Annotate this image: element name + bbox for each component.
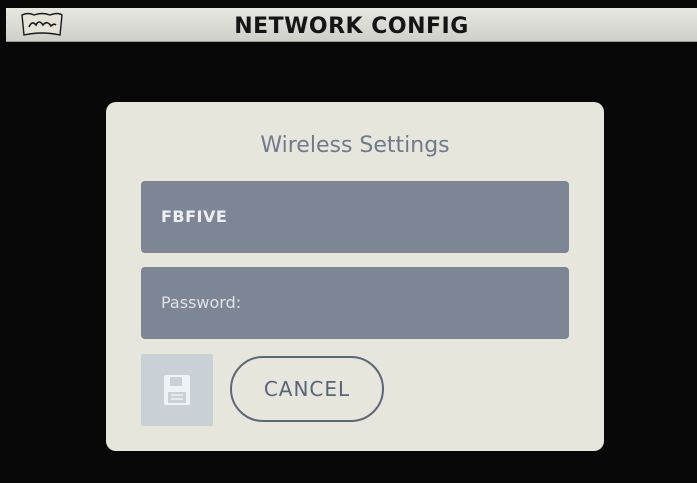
ssid-field[interactable]: FBFIVE — [141, 181, 569, 253]
save-button[interactable] — [141, 354, 213, 426]
header-bar: NETWORK CONFIG — [6, 8, 697, 42]
cancel-button[interactable]: CANCEL — [230, 356, 384, 422]
screen: NETWORK CONFIG Wireless Settings FBFIVE … — [0, 0, 697, 483]
floppy-disk-icon — [164, 375, 190, 405]
page-title: NETWORK CONFIG — [234, 14, 469, 39]
password-field[interactable]: Password: — [141, 267, 569, 339]
wireless-settings-dialog: Wireless Settings FBFIVE Password: CANCE… — [106, 102, 604, 451]
dialog-title: Wireless Settings — [260, 133, 450, 158]
